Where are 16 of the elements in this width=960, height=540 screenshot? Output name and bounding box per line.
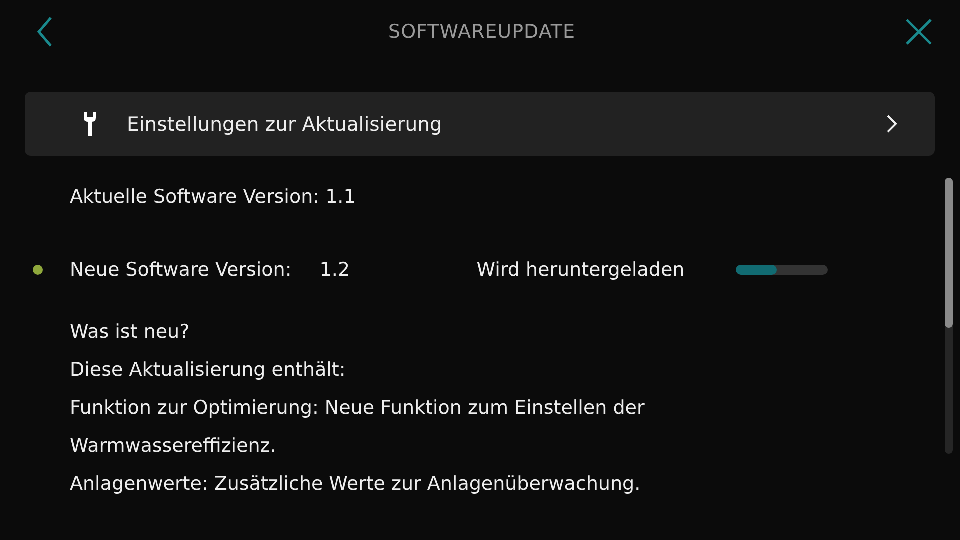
current-version-text: Aktuelle Software Version: 1.1: [70, 185, 357, 210]
release-note: Was ist neu?: [70, 320, 191, 345]
new-version-value: 1.2: [320, 259, 351, 281]
wrench-icon: [83, 111, 97, 137]
scroll-thumb[interactable]: [945, 178, 953, 328]
release-note: Funktion zur Optimierung: Neue Funktion zum Einstellen der Warmwassereffizienz.: [70, 396, 646, 459]
scrollbar[interactable]: [945, 178, 953, 454]
back-icon: [37, 16, 53, 48]
settings-row[interactable]: Einstellungen zur Aktualisierung: [25, 92, 935, 156]
close-icon: [905, 18, 933, 46]
release-note: Anlagenwerte: Zusätzliche Werte zur Anlagenüberwachung.: [70, 472, 642, 497]
release-note: Diese Aktualisierung enthält:: [70, 358, 347, 383]
page-title: SOFTWAREUPDATE: [388, 21, 576, 43]
download-status: Wird heruntergeladen: [476, 259, 685, 281]
chevron-right-icon: [887, 115, 897, 133]
new-version-label: Neue Software Version:: [70, 259, 292, 281]
